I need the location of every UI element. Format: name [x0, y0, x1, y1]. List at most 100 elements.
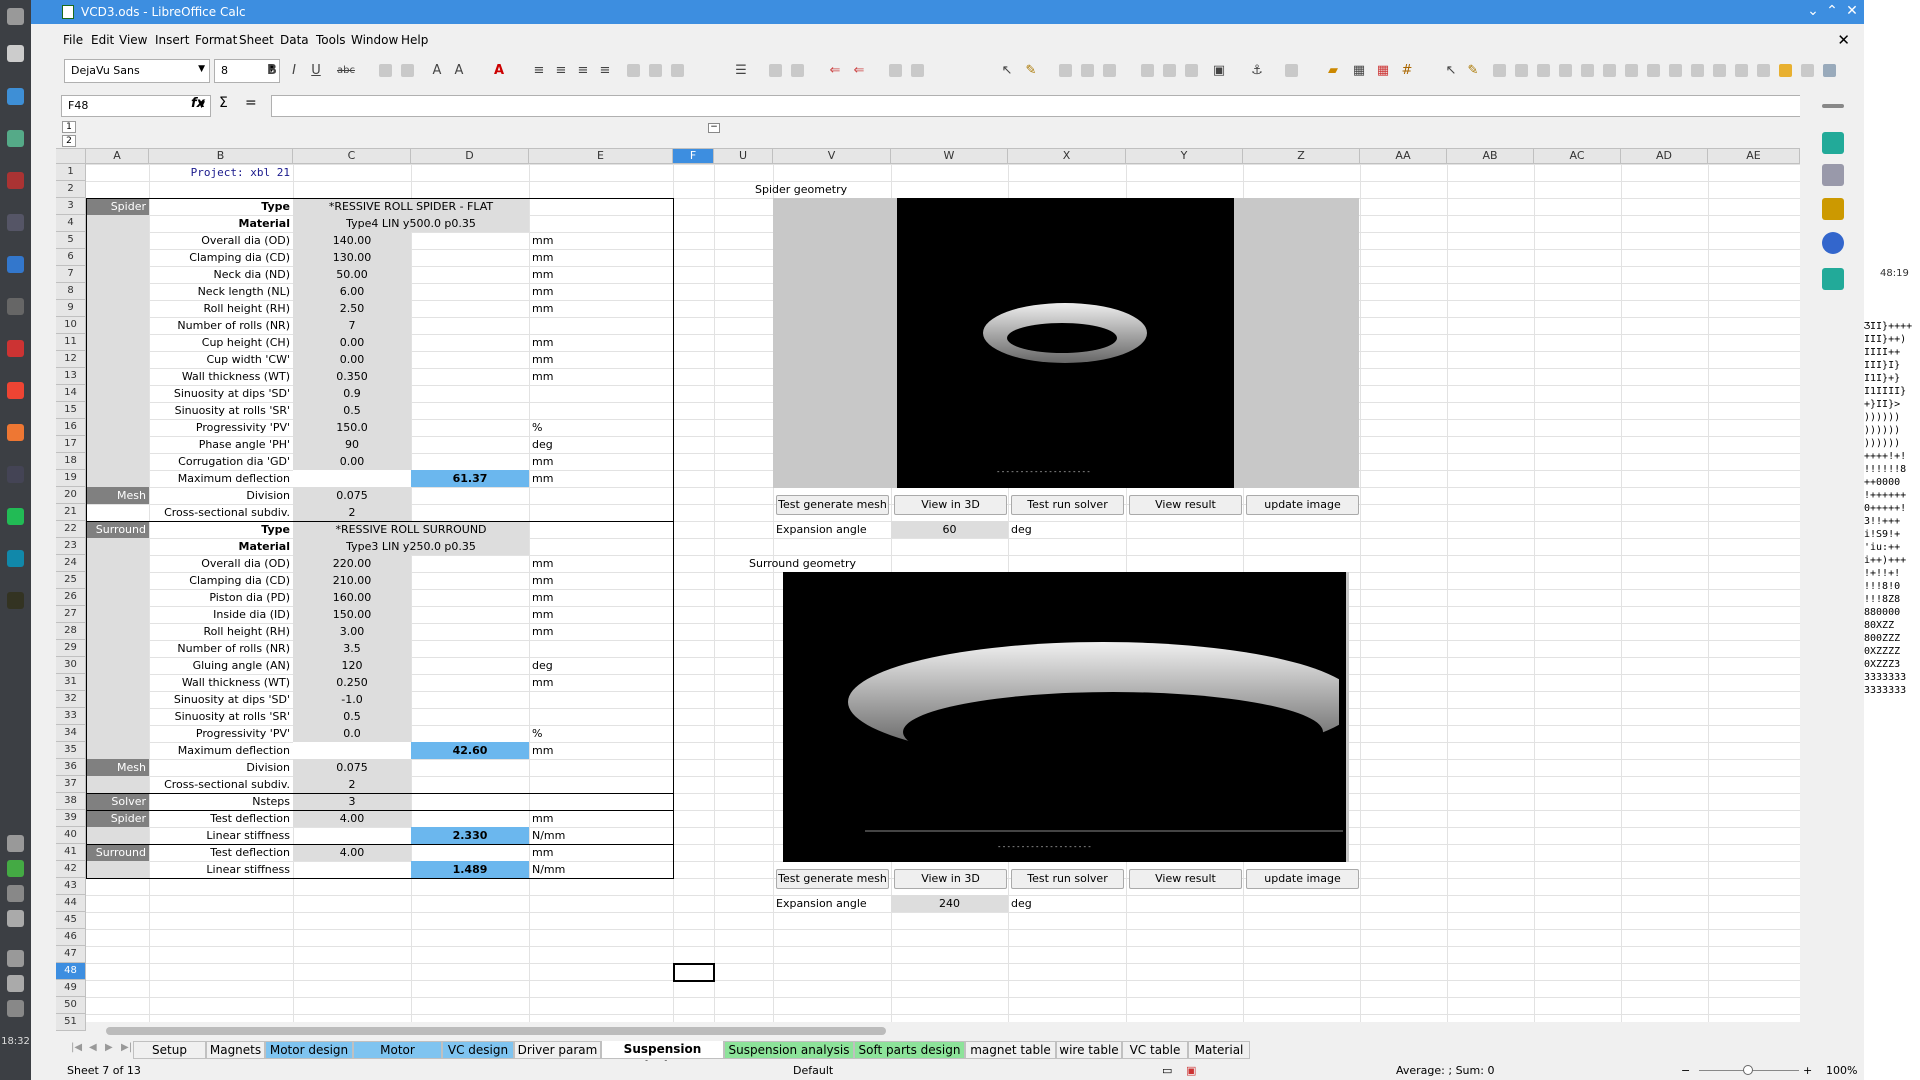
surround-geometry-image[interactable]: - - - - - - - - - - - - - - - - - - - - — [783, 572, 1358, 862]
control-icon-8[interactable] — [1647, 64, 1660, 77]
spider-param-result[interactable] — [411, 283, 529, 300]
strikethrough-icon[interactable]: abc — [337, 63, 355, 79]
wrap-icon[interactable] — [671, 64, 684, 77]
row-header[interactable]: 50 — [56, 997, 86, 1014]
design-mode-icon[interactable]: ✎ — [1465, 63, 1481, 79]
navigator-icon[interactable] — [1822, 232, 1844, 254]
row-header[interactable]: 5 — [56, 232, 86, 249]
menu-edit[interactable]: Edit — [91, 33, 114, 47]
calc-icon[interactable] — [7, 508, 24, 525]
col-header-z[interactable]: Z — [1243, 149, 1360, 164]
zoom-slider-handle[interactable] — [1743, 1065, 1753, 1075]
surround-param-unit[interactable]: mm — [529, 674, 673, 691]
row-header[interactable]: 39 — [56, 810, 86, 827]
selected-cell-cursor[interactable] — [673, 963, 715, 982]
send-back-icon[interactable] — [1185, 64, 1198, 77]
gallery-icon[interactable] — [1822, 198, 1844, 220]
surround-param-result[interactable] — [411, 555, 529, 572]
sum-icon[interactable]: Σ — [219, 95, 228, 111]
project-label[interactable]: Project: xbl 21 — [149, 164, 293, 181]
snap-icon[interactable]: ▦ — [1375, 63, 1391, 79]
spider-param-result[interactable] — [411, 385, 529, 402]
form-select-icon[interactable]: ↖ — [1443, 63, 1459, 79]
row-header[interactable]: 9 — [56, 300, 86, 317]
surround-param-label[interactable]: Progressivity 'PV' — [149, 725, 293, 742]
spider-param-value[interactable]: 140.00 — [293, 232, 411, 249]
spider-param-result[interactable] — [411, 266, 529, 283]
row-header[interactable]: 4 — [56, 215, 86, 232]
spider-param-unit[interactable]: mm — [529, 300, 673, 317]
menu-insert[interactable]: Insert — [155, 33, 189, 47]
surround-param-value[interactable]: 160.00 — [293, 589, 411, 606]
row-header[interactable]: 48 — [56, 963, 86, 980]
surround-param-unit[interactable]: mm — [529, 555, 673, 572]
surround-param-value[interactable]: 150.00 — [293, 606, 411, 623]
spider-param-value[interactable]: 0.350 — [293, 368, 411, 385]
menu-data[interactable]: Data — [280, 33, 309, 47]
spider-param-unit[interactable]: mm — [529, 266, 673, 283]
row-header[interactable]: 38 — [56, 793, 86, 810]
spider-param-label[interactable]: Sinuosity at rolls 'SR' — [149, 402, 293, 419]
spider-param-value[interactable]: 0.00 — [293, 453, 411, 470]
row-header[interactable]: 7 — [56, 266, 86, 283]
line-spacing-icon[interactable] — [791, 64, 804, 77]
surround-param-result[interactable] — [411, 691, 529, 708]
col-header-e[interactable]: E — [529, 149, 673, 164]
emphasis-icon[interactable] — [889, 64, 902, 77]
zoom-level[interactable]: 100% — [1826, 1064, 1857, 1077]
formula-input[interactable] — [271, 95, 1823, 117]
spider-param-label[interactable]: Neck length (NL) — [149, 283, 293, 300]
game-icon[interactable] — [7, 340, 24, 357]
cell-area[interactable]: Project: xbl 21 Spider Type *RESSIVE ROL… — [86, 164, 1800, 1022]
horizontal-scroll-thumb[interactable] — [106, 1027, 886, 1035]
surround-param-value[interactable]: 0.0 — [293, 725, 411, 742]
menu-format[interactable]: Format — [195, 33, 237, 47]
zoom-in-icon[interactable]: + — [1803, 1064, 1812, 1077]
surround-param-result[interactable] — [411, 589, 529, 606]
list-icon[interactable]: ☰ — [733, 63, 749, 79]
spider-expansion-angle-unit[interactable]: deg — [1008, 521, 1126, 538]
subscript-icon[interactable] — [401, 64, 414, 77]
select-icon[interactable]: ↖ — [999, 63, 1015, 79]
row-header[interactable]: 14 — [56, 385, 86, 402]
font-color-icon[interactable]: A — [491, 63, 507, 79]
surround-param-label[interactable]: Sinuosity at rolls 'SR' — [149, 708, 293, 725]
align-left-icon[interactable]: ≡ — [531, 63, 547, 79]
monitor-icon[interactable] — [7, 466, 24, 483]
spider-param-unit[interactable]: mm — [529, 283, 673, 300]
sidebar-menu-icon[interactable] — [1822, 104, 1844, 108]
rotate-icon[interactable] — [1059, 64, 1072, 77]
row-header[interactable]: 21 — [56, 504, 86, 521]
surround-param-unit[interactable]: mm — [529, 623, 673, 640]
spider-update-image-button[interactable]: update image — [1246, 495, 1359, 515]
form-design-icon[interactable] — [1779, 64, 1792, 77]
surround-param-label[interactable]: Inside dia (ID) — [149, 606, 293, 623]
selection-mode-icon[interactable]: ▭ — [1162, 1064, 1172, 1077]
bring-front-icon[interactable] — [1163, 64, 1176, 77]
col-header-aa[interactable]: AA — [1360, 149, 1447, 164]
spider-test-generate-mesh-button[interactable]: Test generate mesh — [776, 495, 889, 515]
outdent-icon[interactable] — [649, 64, 662, 77]
row-header[interactable]: 1 — [56, 164, 86, 181]
settings-icon[interactable] — [7, 950, 24, 967]
sheet-tab[interactable]: Setup — [133, 1041, 206, 1059]
col-header-v[interactable]: V — [773, 149, 891, 164]
spider-param-label[interactable]: Corrugation dia 'GD' — [149, 453, 293, 470]
spider-param-value[interactable]: 0.00 — [293, 351, 411, 368]
close-document-icon[interactable]: ✕ — [1837, 31, 1850, 49]
control-icon-12[interactable] — [1735, 64, 1748, 77]
volume-icon[interactable] — [7, 1000, 24, 1017]
open-folder-icon[interactable]: ▰ — [1325, 63, 1341, 79]
row-header[interactable]: 28 — [56, 623, 86, 640]
col-header-ae[interactable]: AE — [1708, 149, 1800, 164]
control-icon-5[interactable] — [1581, 64, 1594, 77]
control-icon-11[interactable] — [1713, 64, 1726, 77]
spider-param-result[interactable] — [411, 368, 529, 385]
collapse-group-icon[interactable]: − — [708, 123, 720, 133]
spider-param-result[interactable] — [411, 232, 529, 249]
surround-param-unit[interactable]: mm — [529, 589, 673, 606]
spider-param-unit[interactable]: mm — [529, 232, 673, 249]
spider-param-label[interactable]: Phase angle 'PH' — [149, 436, 293, 453]
function-wizard-icon[interactable]: fx — [191, 96, 205, 111]
row-header[interactable]: 10 — [56, 317, 86, 334]
